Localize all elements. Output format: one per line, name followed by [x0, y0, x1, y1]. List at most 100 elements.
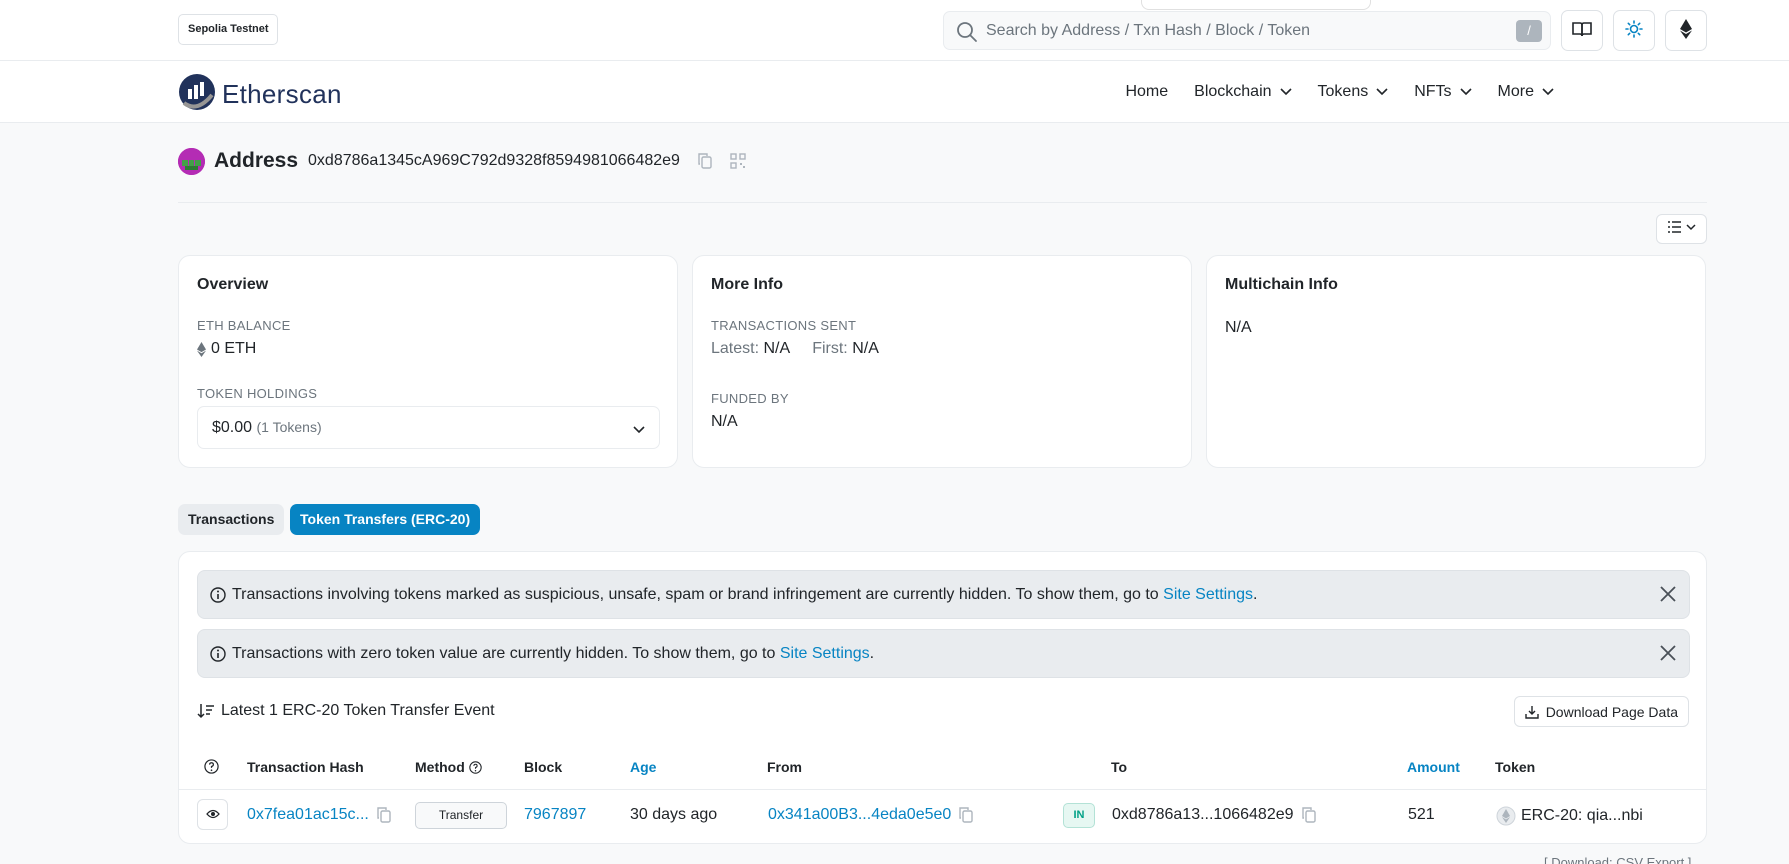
funded-by-value: N/A	[711, 413, 738, 430]
main-navbar: Etherscan Home Blockchain Tokens NFTs Mo…	[0, 61, 1789, 123]
copy-icon[interactable]	[1301, 807, 1316, 823]
token-name: ERC-20: qia...nbi	[1521, 807, 1643, 824]
search-input[interactable]	[986, 12, 1496, 49]
token-icon	[1496, 806, 1516, 826]
card-title: Multichain Info	[1225, 276, 1338, 293]
tx-sent-values: Latest: N/A First: N/A	[711, 340, 879, 358]
page-title: Address	[214, 149, 299, 172]
search-icon	[956, 21, 978, 43]
col-header-to: To	[1111, 759, 1128, 775]
nav-item-tokens[interactable]: Tokens	[1318, 83, 1389, 101]
nav-item-label: NFTs	[1414, 83, 1452, 100]
download-page-data-button[interactable]: Download Page Data	[1513, 696, 1689, 727]
chevron-down-icon	[1279, 83, 1292, 101]
more-info-card: More Info TRANSACTIONS SENT Latest: N/A …	[692, 255, 1192, 468]
close-icon[interactable]	[1659, 644, 1677, 667]
age-cell: 30 days ago	[630, 806, 718, 823]
token-holdings-value: $0.00 (1 Tokens)	[212, 419, 322, 437]
network-switch-button[interactable]	[1665, 10, 1707, 51]
copy-icon[interactable]	[959, 807, 973, 823]
etherscan-logo-icon	[178, 73, 216, 115]
first-label: First:	[812, 340, 848, 357]
list-options-icon	[1667, 220, 1697, 238]
top-bar: Sepolia Testnet /	[0, 0, 1789, 61]
view-options-button[interactable]	[1656, 214, 1707, 244]
col-header-method: Method	[415, 759, 482, 775]
copy-icon[interactable]	[698, 153, 712, 169]
qr-code-icon[interactable]	[730, 153, 746, 169]
alert-text: Transactions involving tokens marked as …	[232, 586, 1257, 604]
nav-item-label: More	[1497, 83, 1534, 100]
download-icon	[1524, 705, 1539, 719]
funded-by-label: FUNDED BY	[711, 391, 789, 406]
hidden-suspicious-alert: Transactions involving tokens marked as …	[197, 570, 1690, 619]
copy-icon[interactable]	[377, 807, 391, 823]
etherscan-logo[interactable]: Etherscan	[178, 73, 342, 115]
token-holdings-dropdown[interactable]: $0.00 (1 Tokens)	[197, 406, 660, 449]
block-cell: 7967897	[524, 806, 586, 824]
from-cell: 0x341a00B3...4eda0e5e0	[768, 806, 973, 824]
multichain-value: N/A	[1225, 319, 1252, 336]
help-icon[interactable]	[469, 760, 482, 774]
ethereum-icon	[1680, 18, 1692, 43]
nav-item-blockchain[interactable]: Blockchain	[1194, 83, 1292, 101]
events-title: Latest 1 ERC-20 Token Transfer Event	[197, 702, 495, 720]
search-bar[interactable]: /	[943, 11, 1551, 50]
chevron-down-icon	[1376, 83, 1388, 101]
csv-export-link[interactable]: [ Download: CSV Export ]	[1544, 855, 1691, 864]
col-header-amount[interactable]: Amount	[1407, 759, 1460, 775]
col-header-age[interactable]: Age	[630, 759, 656, 775]
site-settings-link[interactable]: Site Settings	[1163, 586, 1253, 603]
nav-item-home[interactable]: Home	[1125, 83, 1168, 101]
token-holdings-label: TOKEN HOLDINGS	[197, 386, 318, 401]
alert-suffix: .	[1252, 585, 1258, 603]
header-divider	[178, 202, 1707, 203]
to-cell: 0xd8786a13...1066482e9	[1112, 806, 1316, 824]
info-icon	[210, 645, 226, 662]
alert-message: Transactions involving tokens marked as …	[232, 585, 1164, 603]
book-icon	[1572, 21, 1592, 41]
help-icon[interactable]	[204, 759, 219, 774]
view-details-button[interactable]	[197, 799, 228, 830]
tab-token-transfers[interactable]: Token Transfers (ERC-20)	[290, 504, 481, 535]
to-address: 0xd8786a13...1066482e9	[1112, 806, 1294, 823]
eth-balance-value: 0 ETH	[211, 340, 257, 357]
theme-toggle-button[interactable]	[1613, 10, 1655, 51]
brand-name: Etherscan	[222, 78, 342, 109]
col-header-method-label: Method	[415, 759, 465, 775]
info-icon	[210, 586, 226, 603]
chevron-down-icon	[1459, 83, 1472, 101]
sort-descending-icon	[197, 703, 215, 719]
nav-menu: Home Blockchain Tokens NFTs More	[1099, 61, 1554, 123]
alert-suffix: .	[869, 644, 875, 662]
search-shortcut-key: /	[1516, 20, 1542, 42]
tx-hash-link[interactable]: 0x7fea01ac15c...	[247, 806, 369, 824]
block-link[interactable]: 7967897	[524, 806, 586, 824]
overview-card: Overview ETH BALANCE 0 ETH TOKEN HOLDING…	[178, 255, 678, 468]
network-badge[interactable]: Sepolia Testnet	[178, 14, 279, 45]
tx-sent-label: TRANSACTIONS SENT	[711, 318, 857, 333]
nav-item-label: Home	[1125, 83, 1169, 100]
chevron-down-icon	[1542, 83, 1554, 101]
latest-value: N/A	[763, 340, 790, 357]
amount-cell: 521	[1408, 806, 1435, 823]
token-holdings-count: (1 Tokens)	[256, 419, 322, 435]
token-transfers-panel: Transactions involving tokens marked as …	[178, 551, 1707, 844]
multichain-info-card: Multichain Info N/A	[1206, 255, 1706, 468]
sun-icon	[1625, 19, 1643, 42]
from-address-link[interactable]: 0x341a00B3...4eda0e5e0	[768, 806, 951, 824]
eye-icon	[205, 806, 220, 823]
site-settings-link[interactable]: Site Settings	[780, 645, 870, 662]
address-hash: 0xd8786a1345cA969C792d9328f8594981066482…	[308, 152, 680, 169]
token-cell[interactable]: ERC-20: qia...nbi	[1496, 806, 1643, 826]
card-title: Overview	[197, 276, 269, 293]
nav-item-more[interactable]: More	[1498, 83, 1554, 101]
close-icon[interactable]	[1659, 585, 1677, 608]
col-header-block: Block	[524, 759, 563, 775]
nav-item-nfts[interactable]: NFTs	[1414, 83, 1472, 101]
tab-transactions[interactable]: Transactions	[178, 504, 285, 535]
direction-badge: IN	[1063, 803, 1095, 828]
first-value: N/A	[852, 340, 879, 357]
tx-hash-cell: 0x7fea01ac15c...	[247, 806, 391, 824]
docs-button[interactable]	[1561, 10, 1603, 51]
